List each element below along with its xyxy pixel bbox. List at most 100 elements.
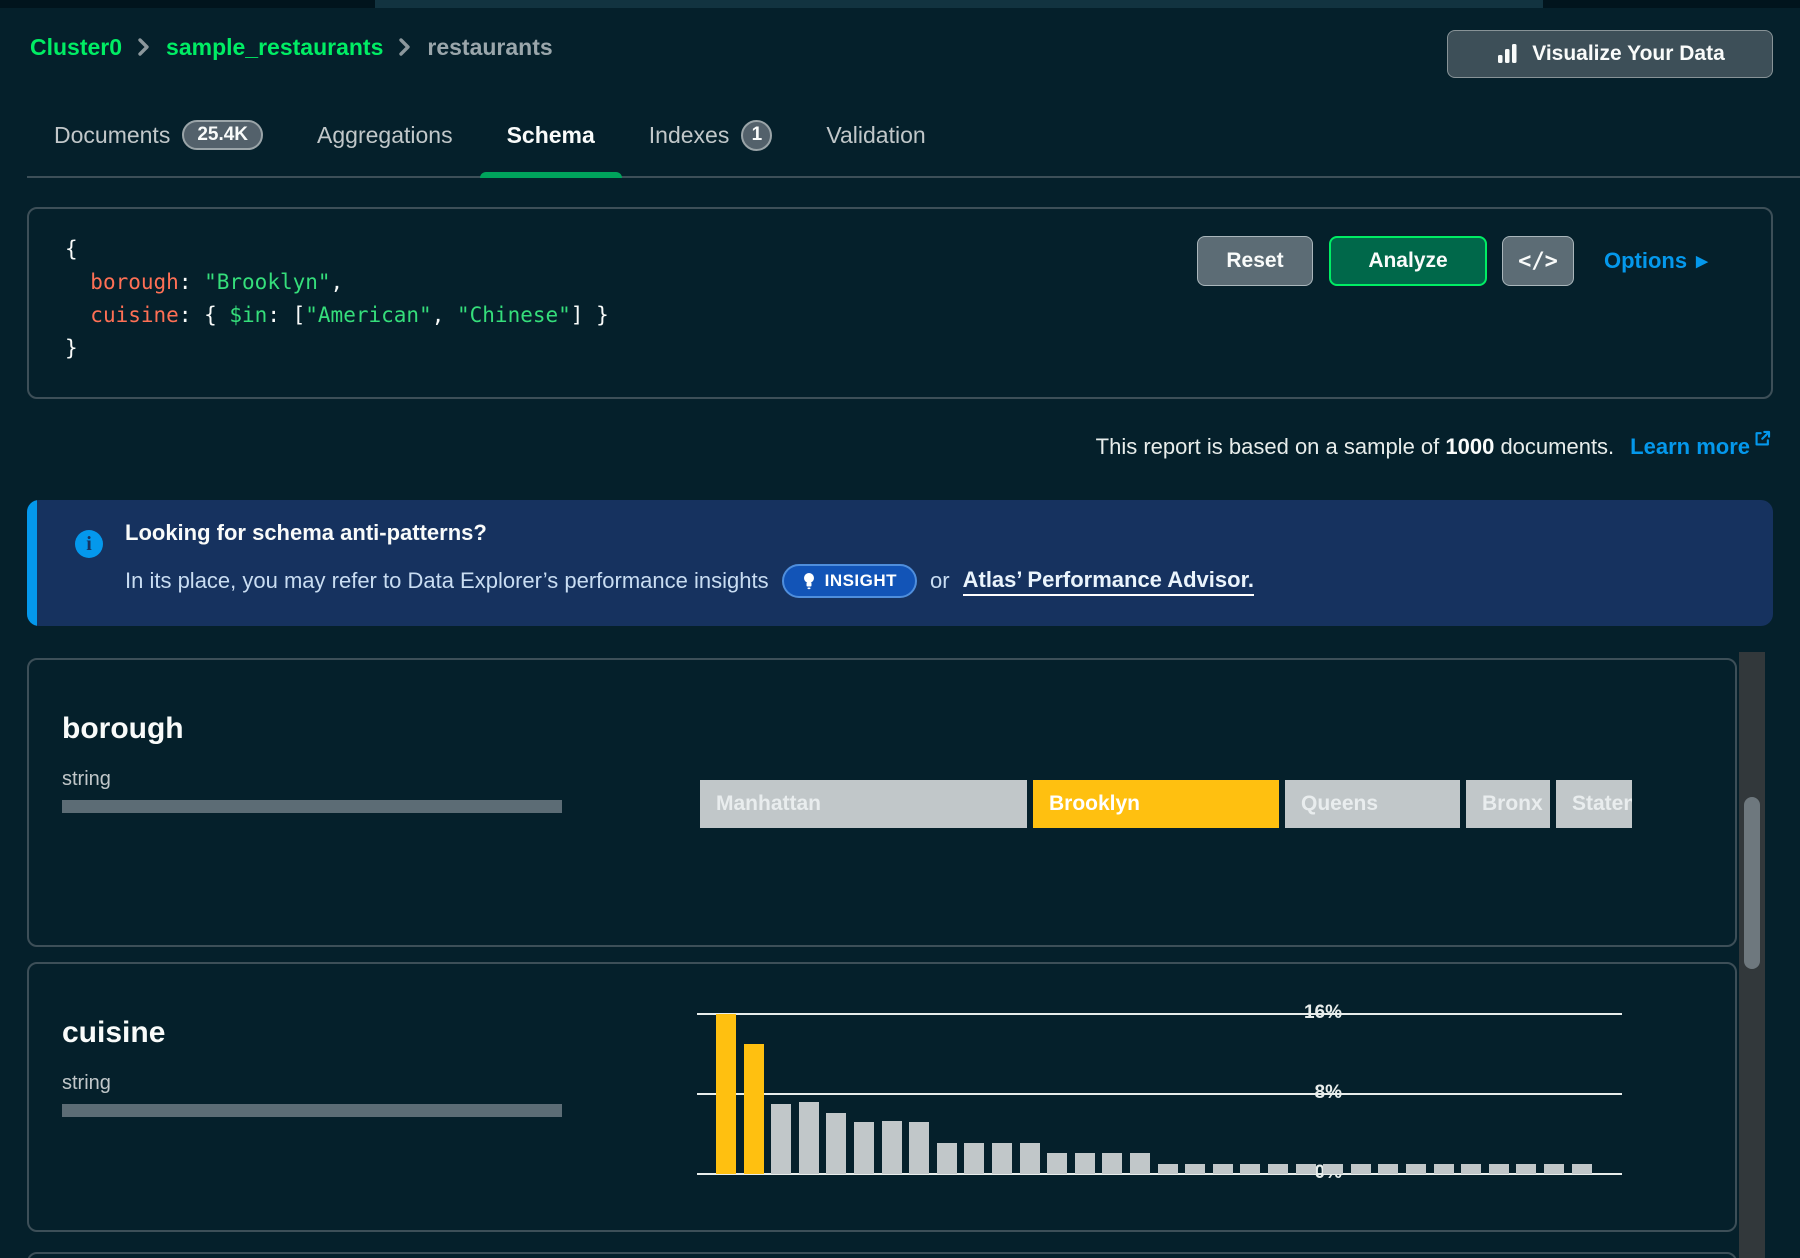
value-box-manhattan[interactable]: Manhattan — [700, 780, 1027, 828]
query-code-line: } — [65, 332, 609, 365]
value-box-bronx[interactable]: Bronx — [1466, 780, 1550, 828]
export-to-language-button[interactable]: </> — [1502, 236, 1574, 286]
learn-more-link[interactable]: Learn more — [1630, 434, 1772, 460]
code-token: , — [432, 303, 457, 327]
chart-ytick-label: 8% — [1242, 1082, 1342, 1104]
value-box-staten-island[interactable]: Staten Island — [1556, 780, 1632, 828]
code-token: borough — [90, 270, 179, 294]
banner-title: Looking for schema anti-patterns? — [125, 520, 487, 546]
value-label: Manhattan — [716, 792, 821, 815]
vertical-scrollbar[interactable] — [1739, 652, 1765, 1258]
lightbulb-icon — [802, 572, 816, 591]
breadcrumb-database[interactable]: sample_restaurants — [166, 34, 383, 61]
chart-bar[interactable] — [799, 1102, 819, 1174]
chart-bar[interactable] — [1047, 1153, 1067, 1174]
field-type-distribution-bar — [62, 800, 562, 813]
chart-bar[interactable] — [882, 1121, 902, 1174]
chart-bar[interactable] — [771, 1104, 791, 1174]
sample-report-summary: This report is based on a sample of 1000… — [1096, 434, 1772, 466]
reset-button[interactable]: Reset — [1197, 236, 1313, 286]
value-box-queens[interactable]: Queens — [1285, 780, 1460, 828]
chart-bar[interactable] — [964, 1143, 984, 1174]
chart-bar[interactable] — [937, 1143, 957, 1174]
field-type-label[interactable]: string — [62, 1072, 111, 1095]
next-field-card-edge — [27, 1252, 1737, 1258]
code-token — [65, 270, 90, 294]
tab-label: Indexes — [649, 122, 730, 149]
info-icon: i — [75, 530, 103, 558]
borough-value-distribution: Manhattan Brooklyn Queens BronxStaten Islan… — [700, 780, 1632, 828]
code-token: "Brooklyn" — [204, 270, 330, 294]
banner-conjunction: or — [930, 568, 950, 594]
breadcrumb-cluster[interactable]: Cluster0 — [30, 34, 122, 61]
value-box-brooklyn[interactable]: Brooklyn — [1033, 780, 1279, 828]
caret-right-icon: ▶ — [1696, 252, 1708, 270]
tab-schema[interactable]: Schema — [480, 94, 622, 176]
field-name: borough — [62, 712, 184, 746]
tab-indexes[interactable]: Indexes1 — [622, 94, 800, 176]
chart-bar[interactable] — [992, 1143, 1012, 1174]
chart-bar[interactable] — [1544, 1164, 1564, 1174]
chart-gridline — [697, 1093, 1622, 1095]
chart-bar[interactable] — [909, 1122, 929, 1174]
tab-validation[interactable]: Validation — [799, 94, 952, 176]
chart-bar[interactable] — [1434, 1164, 1454, 1174]
chart-ytick-label: 16% — [1242, 1002, 1342, 1024]
chevron-right-icon — [398, 37, 412, 57]
chart-bar[interactable] — [1102, 1153, 1122, 1174]
tab-label: Validation — [826, 122, 925, 149]
tab-aggregations[interactable]: Aggregations — [290, 94, 480, 176]
schema-tab-page: Cluster0 sample_restaurants restaurants … — [0, 0, 1800, 1258]
chart-bar[interactable] — [1572, 1164, 1592, 1174]
chart-bar[interactable] — [1516, 1164, 1536, 1174]
tab-label: Documents — [54, 122, 170, 149]
chart-bar[interactable] — [1075, 1153, 1095, 1174]
insight-badge[interactable]: INSIGHT — [782, 564, 917, 598]
chart-bar[interactable] — [1020, 1143, 1040, 1174]
chart-bar[interactable] — [1406, 1164, 1426, 1174]
chart-bar[interactable] — [826, 1113, 846, 1174]
banner-accent-bar — [27, 500, 37, 626]
query-code-line: cuisine: { $in: ["American", "Chinese"] … — [65, 299, 609, 332]
chart-bar[interactable] — [1130, 1153, 1150, 1174]
external-link-icon — [1753, 428, 1772, 454]
chart-bar[interactable] — [716, 1014, 736, 1174]
code-token: ] } — [571, 303, 609, 327]
bar-chart-icon — [1495, 42, 1519, 66]
chart-bar[interactable] — [1213, 1164, 1233, 1174]
chart-bar[interactable] — [854, 1122, 874, 1174]
scrollbar-thumb[interactable] — [1744, 797, 1760, 969]
report-text: This report is based on a sample of 1000… — [1096, 434, 1615, 460]
active-tab-underline — [480, 172, 622, 178]
chart-bar[interactable] — [1158, 1164, 1178, 1174]
performance-advisor-link[interactable]: Atlas’ Performance Advisor. — [963, 567, 1254, 596]
analyze-button[interactable]: Analyze — [1329, 236, 1487, 286]
chart-bar[interactable] — [1185, 1164, 1205, 1174]
chart-bar[interactable] — [1378, 1164, 1398, 1174]
visualize-button-label: Visualize Your Data — [1532, 42, 1725, 66]
query-input[interactable]: { borough: "Brooklyn", cuisine: { $in: [… — [65, 233, 609, 365]
chart-bar[interactable] — [1268, 1164, 1288, 1174]
code-icon: </> — [1518, 249, 1558, 274]
value-label: Queens — [1301, 792, 1378, 815]
banner-body: In its place, you may refer to Data Expl… — [125, 558, 1254, 604]
chart-bar[interactable] — [1296, 1164, 1316, 1174]
code-token: { — [65, 237, 78, 261]
options-label: Options — [1604, 248, 1687, 274]
options-toggle[interactable]: Options ▶ — [1604, 236, 1708, 286]
code-token — [65, 303, 90, 327]
chart-bar[interactable] — [1323, 1164, 1343, 1174]
tab-documents[interactable]: Documents25.4K — [27, 94, 290, 176]
chart-bar[interactable] — [1461, 1164, 1481, 1174]
field-type-label[interactable]: string — [62, 768, 111, 791]
collection-tabs: Documents25.4KAggregationsSchemaIndexes1… — [27, 94, 1800, 178]
field-type-distribution-bar — [62, 1104, 562, 1117]
chart-bar[interactable] — [744, 1044, 764, 1174]
visualize-your-data-button[interactable]: Visualize Your Data — [1447, 30, 1773, 78]
field-card-cuisine: cuisine string 16%8%0% — [27, 962, 1737, 1232]
chart-bar[interactable] — [1489, 1164, 1509, 1174]
chart-bar[interactable] — [1351, 1164, 1371, 1174]
code-token: "American" — [305, 303, 431, 327]
chart-gridline — [697, 1013, 1622, 1015]
chart-bar[interactable] — [1240, 1164, 1260, 1174]
